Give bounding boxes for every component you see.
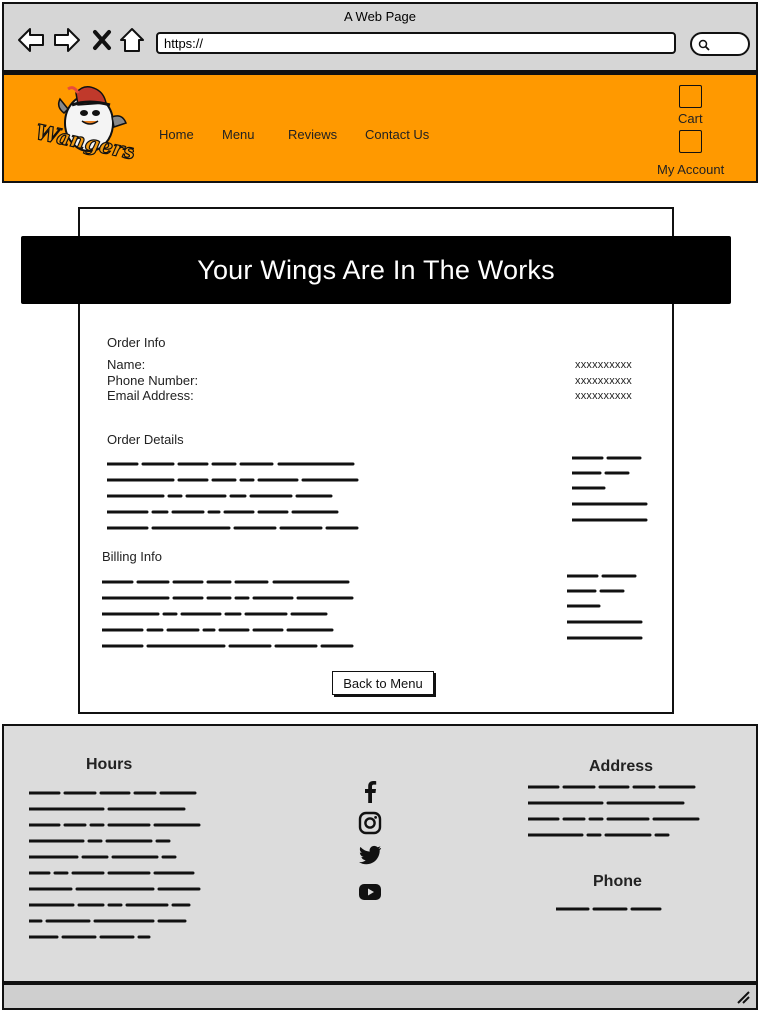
address-scribble — [528, 785, 700, 837]
order-details-title: Order Details — [107, 432, 184, 447]
email-value: xxxxxxxxxx — [575, 390, 632, 402]
hours-scribble — [29, 791, 201, 939]
site-footer: Hours Address Phone — [2, 724, 758, 983]
close-icon[interactable] — [90, 26, 114, 54]
instagram-icon[interactable] — [358, 811, 382, 835]
hours-title: Hours — [86, 756, 133, 773]
account-icon[interactable] — [679, 130, 702, 153]
cart-label[interactable]: Cart — [678, 111, 703, 126]
window-title: A Web Page — [343, 9, 417, 24]
back-arrow-icon[interactable] — [16, 26, 46, 54]
order-details-text — [107, 458, 362, 534]
hours-text — [29, 788, 204, 940]
order-details-scribble — [107, 462, 359, 530]
phone-text — [556, 904, 666, 914]
browser-search[interactable] — [690, 32, 750, 56]
address-text — [528, 782, 703, 840]
email-label: Email Address: — [107, 388, 194, 403]
resize-grip-icon[interactable] — [736, 990, 750, 1004]
page-title-banner: Your Wings Are In The Works — [21, 236, 731, 304]
billing-info-text — [102, 576, 357, 652]
url-bar[interactable]: https:// — [156, 32, 676, 54]
phone-title: Phone — [593, 873, 642, 890]
address-title: Address — [589, 758, 654, 775]
cart-icon[interactable] — [679, 85, 702, 108]
billing-info-prices — [567, 570, 645, 644]
billing-info-price-scribble — [567, 574, 643, 640]
billing-info-title: Billing Info — [102, 549, 162, 564]
order-info-title: Order Info — [107, 335, 166, 350]
search-icon — [698, 39, 710, 51]
nav-menu[interactable]: Menu — [222, 127, 255, 142]
phone-value: xxxxxxxxxx — [575, 375, 632, 387]
order-details-price-scribble — [572, 456, 648, 522]
name-value: xxxxxxxxxx — [575, 359, 632, 371]
twitter-icon[interactable] — [358, 843, 382, 867]
my-account-label[interactable]: My Account — [657, 162, 724, 177]
phone-label: Phone Number: — [107, 373, 199, 388]
browser-status-bar — [2, 983, 758, 1010]
billing-info-scribble — [102, 580, 354, 648]
nav-contact-us[interactable]: Contact Us — [365, 127, 429, 142]
site-header: Wangers Home Menu Reviews Contact Us Car… — [2, 73, 758, 183]
forward-arrow-icon[interactable] — [52, 26, 82, 54]
order-details-prices — [572, 452, 650, 526]
nav-reviews[interactable]: Reviews — [288, 127, 337, 142]
phone-scribble — [556, 907, 662, 911]
home-icon[interactable] — [118, 26, 146, 54]
browser-chrome: A Web Page https:// — [2, 2, 758, 73]
nav-home[interactable]: Home — [159, 127, 194, 142]
back-to-menu-button[interactable]: Back to Menu — [332, 671, 434, 695]
youtube-icon[interactable] — [358, 880, 382, 904]
facebook-icon[interactable] — [358, 779, 382, 803]
name-label: Name: — [107, 357, 146, 372]
wangers-logo[interactable]: Wangers — [33, 83, 139, 169]
